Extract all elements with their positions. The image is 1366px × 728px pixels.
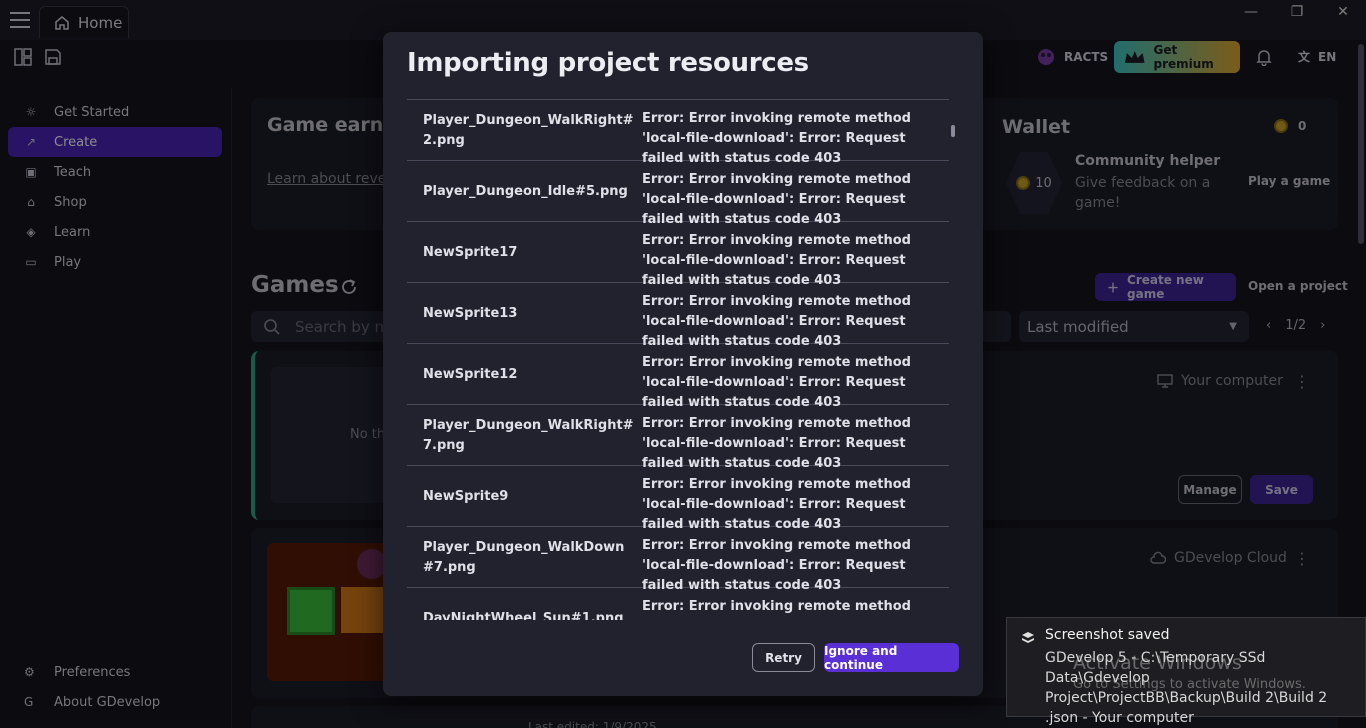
table-row: Player_Dungeon_Idle#5.png Error: Error i… bbox=[407, 161, 949, 227]
resource-error: Error: Error invoking remote method 'loc… bbox=[642, 355, 911, 410]
resource-name: DayNightWheel_Sun#1.png bbox=[423, 610, 624, 621]
resource-name: NewSprite9 bbox=[423, 488, 509, 504]
table-row: NewSprite9 Error: Error invoking remote … bbox=[407, 466, 949, 532]
resource-error-table[interactable]: Player_Dungeon_WalkRight# 2.png Error: E… bbox=[407, 99, 949, 620]
table-row: Player_Dungeon_WalkRight# 7.png Error: E… bbox=[407, 405, 949, 471]
ignore-and-continue-button[interactable]: Ignore and continue bbox=[824, 643, 959, 672]
resource-error: Error: Error invoking remote method 'loc… bbox=[642, 477, 911, 532]
resource-error: Error: Error invoking remote method 'loc… bbox=[642, 416, 911, 471]
table-row: Player_Dungeon_WalkRight# 2.png Error: E… bbox=[407, 100, 949, 166]
resource-error: Error: Error invoking remote method 'loc… bbox=[642, 172, 911, 227]
screenshot-saved-toast[interactable]: Screenshot saved GDevelop 5 - C:\Tempora… bbox=[1006, 617, 1366, 726]
resource-name: Player_Dungeon_WalkRight# 2.png bbox=[423, 112, 634, 148]
resource-name: NewSprite17 bbox=[423, 244, 518, 260]
resource-name: Player_Dungeon_WalkRight# 7.png bbox=[423, 417, 634, 453]
table-row: Player_Dungeon_WalkDown #7.png Error: Er… bbox=[407, 527, 949, 593]
resource-name: Player_Dungeon_Idle#5.png bbox=[423, 183, 628, 199]
resource-error: Error: Error invoking remote method 'loc… bbox=[642, 294, 911, 349]
retry-button[interactable]: Retry bbox=[752, 643, 815, 672]
import-resources-dialog: Importing project resources Player_Dunge… bbox=[383, 32, 983, 696]
dialog-scrollbar[interactable] bbox=[951, 125, 955, 137]
resource-name: NewSprite12 bbox=[423, 366, 518, 382]
resource-error: Error: Error invoking remote method 'loc… bbox=[642, 111, 911, 166]
table-row: NewSprite17 Error: Error invoking remote… bbox=[407, 222, 949, 288]
resource-name: Player_Dungeon_WalkDown #7.png bbox=[423, 539, 625, 575]
dialog-title: Importing project resources bbox=[407, 48, 809, 78]
table-row: DayNightWheel_Sun#1.png Error: Error inv… bbox=[407, 588, 949, 620]
resource-error: Error: Error invoking remote method 'loc… bbox=[642, 538, 911, 593]
table-row: NewSprite13 Error: Error invoking remote… bbox=[407, 283, 949, 349]
toast-title: Screenshot saved bbox=[1045, 627, 1170, 643]
resource-error: Error: Error invoking remote method 'loc… bbox=[642, 599, 911, 620]
snipping-tool-icon bbox=[1022, 632, 1034, 643]
table-row: NewSprite12 Error: Error invoking remote… bbox=[407, 344, 949, 410]
resource-name: NewSprite13 bbox=[423, 305, 518, 321]
toast-body: GDevelop 5 - C:\Temporary SSd Data\Gdeve… bbox=[1045, 650, 1328, 726]
resource-error: Error: Error invoking remote method 'loc… bbox=[642, 233, 911, 288]
